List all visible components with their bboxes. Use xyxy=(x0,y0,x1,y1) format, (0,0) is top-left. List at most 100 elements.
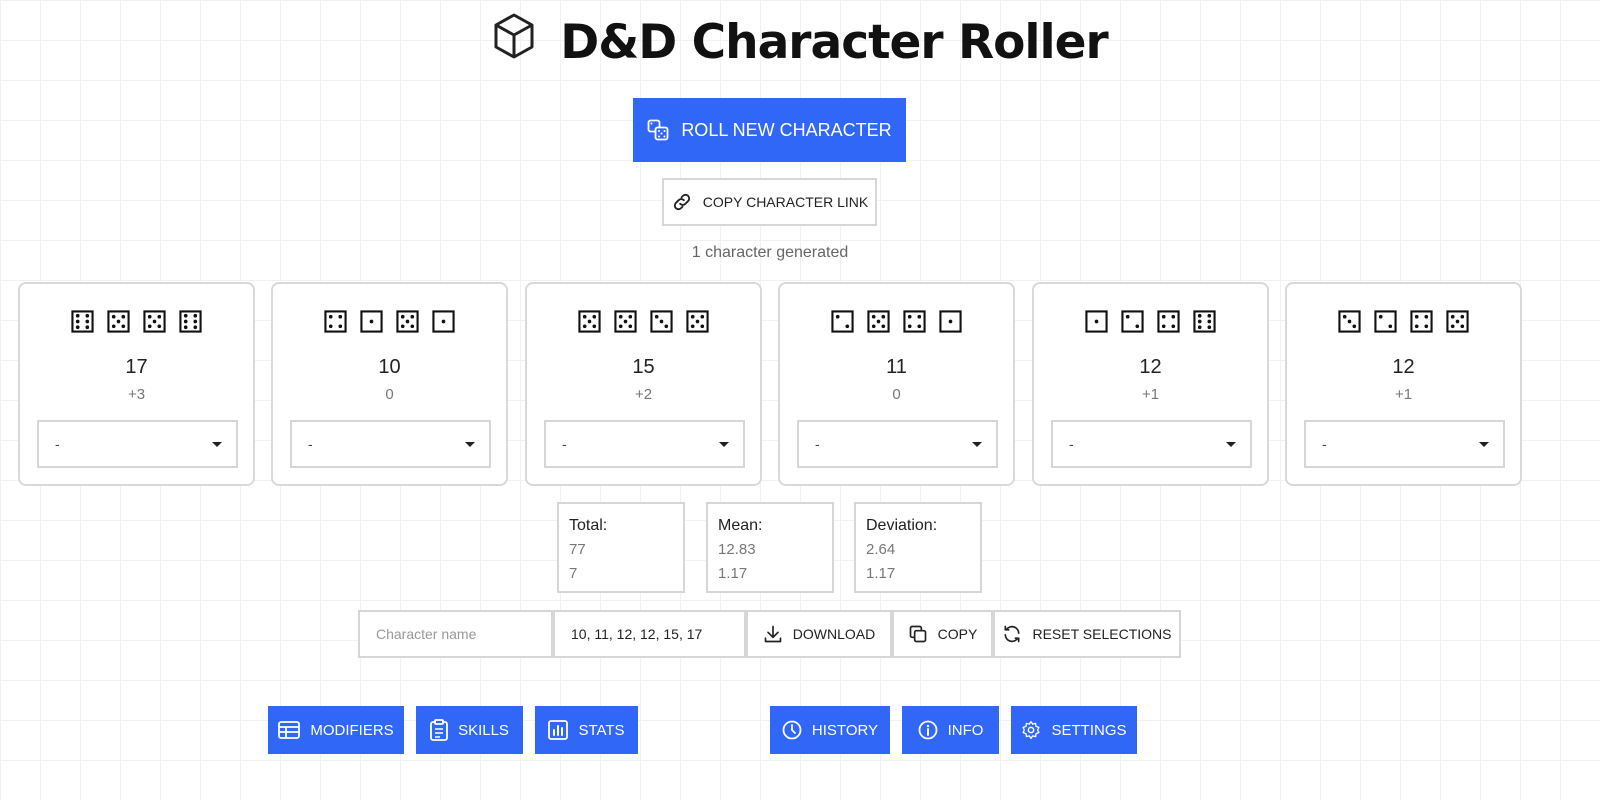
ability-select[interactable]: - xyxy=(37,420,238,468)
total-value: 77 xyxy=(569,541,586,558)
ability-card: 15 +2 - xyxy=(525,282,762,486)
ability-modifier: +1 xyxy=(1394,386,1413,403)
die-icon xyxy=(432,310,455,333)
settings-button[interactable]: SETTINGS xyxy=(1011,706,1137,754)
ability-score: 15 xyxy=(632,356,655,378)
header: D&D Character Roller xyxy=(0,8,1600,76)
ability-select[interactable]: - xyxy=(290,420,491,468)
copy-character-link-button[interactable]: COPY CHARACTER LINK xyxy=(662,178,877,226)
ability-modifier: +3 xyxy=(127,386,146,403)
info-button[interactable]: INFO xyxy=(902,706,999,754)
die-icon xyxy=(71,310,94,333)
ability-select-value: - xyxy=(562,436,567,452)
dice-row xyxy=(20,310,253,333)
ability-select-value: - xyxy=(1322,436,1327,452)
caret-down-icon xyxy=(465,441,475,447)
mean-label: Mean: xyxy=(718,517,763,534)
dice-row xyxy=(1287,310,1520,333)
ability-score: 17 xyxy=(125,356,148,378)
download-button[interactable]: DOWNLOAD xyxy=(746,610,892,658)
reset-selections-label: RESET SELECTIONS xyxy=(1032,626,1172,642)
ability-card: 10 0 - xyxy=(271,282,508,486)
stats-button[interactable]: STATS xyxy=(535,706,638,754)
ability-modifier: +2 xyxy=(634,386,653,403)
ability-score: 10 xyxy=(378,356,401,378)
die-icon xyxy=(324,310,347,333)
character-name-input[interactable] xyxy=(358,610,553,658)
deviation-value: 2.64 xyxy=(866,541,896,558)
skills-button[interactable]: SKILLS xyxy=(416,706,523,754)
ability-card: 12 +1 - xyxy=(1032,282,1269,486)
ability-select-value: - xyxy=(815,436,820,452)
deviation-label: Deviation: xyxy=(866,517,938,534)
history-label: HISTORY xyxy=(811,721,879,739)
caret-down-icon xyxy=(719,441,729,447)
ability-modifier: +1 xyxy=(1141,386,1160,403)
die-icon xyxy=(650,310,673,333)
die-icon xyxy=(903,310,926,333)
die-icon xyxy=(614,310,637,333)
ability-select[interactable]: - xyxy=(544,420,745,468)
ability-select[interactable]: - xyxy=(1051,420,1252,468)
die-icon xyxy=(578,310,601,333)
modifiers-button[interactable]: MODIFIERS xyxy=(268,706,404,754)
mean-value: 12.83 xyxy=(718,541,756,558)
dice-icon xyxy=(647,119,669,141)
ability-modifier: 0 xyxy=(385,386,394,403)
mean-stat: Mean: 12.83 1.17 xyxy=(706,502,834,593)
table-icon xyxy=(278,721,301,739)
total-stat: Total: 77 7 xyxy=(557,502,685,593)
die-icon xyxy=(143,310,166,333)
ability-select[interactable]: - xyxy=(1304,420,1505,468)
copy-label: COPY xyxy=(937,626,978,642)
caret-down-icon xyxy=(1226,441,1236,447)
die-icon xyxy=(179,310,202,333)
die-icon xyxy=(360,310,383,333)
roll-new-character-button[interactable]: ROLL NEW CHARACTER xyxy=(633,98,906,162)
ability-select-value: - xyxy=(1069,436,1074,452)
stats-label: STATS xyxy=(578,721,625,739)
die-icon xyxy=(831,310,854,333)
die-icon xyxy=(867,310,890,333)
characters-generated-count: 1 character generated xyxy=(691,244,849,261)
skills-label: SKILLS xyxy=(458,721,509,739)
scores-field[interactable] xyxy=(553,610,746,658)
ability-score: 12 xyxy=(1139,356,1162,378)
caret-down-icon xyxy=(212,441,222,447)
ability-card: 11 0 - xyxy=(778,282,1015,486)
ability-card: 12 +1 - xyxy=(1285,282,1522,486)
ability-select-value: - xyxy=(55,436,60,452)
clipboard-icon xyxy=(430,719,448,741)
mean-secondary: 1.17 xyxy=(718,565,748,582)
download-icon xyxy=(764,625,782,643)
ability-score: 12 xyxy=(1392,356,1415,378)
die-icon xyxy=(396,310,419,333)
dice-row xyxy=(273,310,506,333)
deviation-stat: Deviation: 2.64 1.17 xyxy=(854,502,982,593)
ability-cards: 17 +3 - 10 0 - 15 +2 - 11 0 - 12 +1 - 12… xyxy=(18,282,1522,486)
die-icon xyxy=(1374,310,1397,333)
page-title: D&D Character Roller xyxy=(560,14,1108,70)
caret-down-icon xyxy=(1479,441,1489,447)
info-icon xyxy=(918,720,937,740)
die-icon xyxy=(107,310,130,333)
ability-select[interactable]: - xyxy=(797,420,998,468)
history-button[interactable]: HISTORY xyxy=(770,706,890,754)
die-icon xyxy=(1446,310,1469,333)
copy-button[interactable]: COPY xyxy=(892,610,993,658)
reset-selections-button[interactable]: RESET SELECTIONS xyxy=(993,610,1181,658)
die-icon xyxy=(939,310,962,333)
copy-icon xyxy=(909,625,926,643)
die-icon xyxy=(1121,310,1144,333)
dice-row xyxy=(1034,310,1267,333)
ability-modifier: 0 xyxy=(892,386,901,403)
die-icon xyxy=(1193,310,1216,333)
die-icon xyxy=(1085,310,1108,333)
bar-chart-icon xyxy=(548,720,569,740)
ability-card: 17 +3 - xyxy=(18,282,255,486)
info-label: INFO xyxy=(947,721,984,739)
link-icon xyxy=(673,193,690,211)
modifiers-label: MODIFIERS xyxy=(310,721,394,739)
ability-score: 11 xyxy=(886,356,907,378)
copy-link-label: COPY CHARACTER LINK xyxy=(702,194,869,210)
